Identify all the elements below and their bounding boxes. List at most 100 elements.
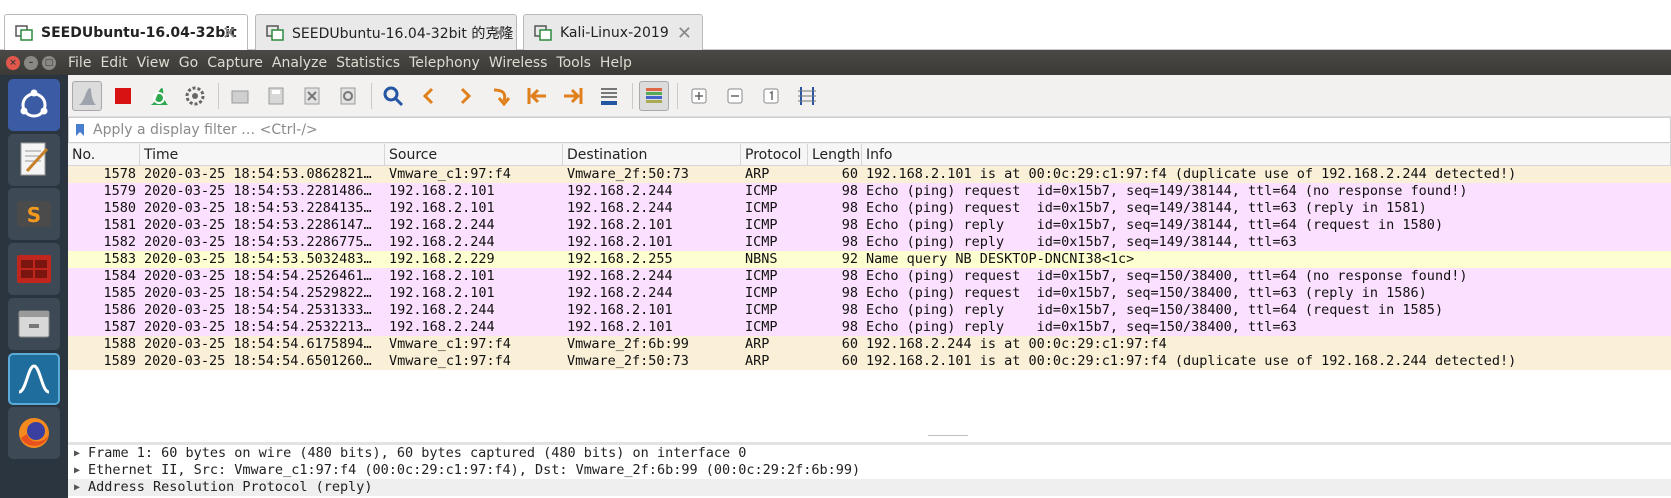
sublime-text-icon[interactable]: S xyxy=(8,188,60,240)
open-file-button[interactable] xyxy=(225,81,255,111)
menu-telephony[interactable]: Telephony xyxy=(409,55,480,71)
expand-arrow-icon[interactable]: ▶ xyxy=(74,462,88,479)
packet-row[interactable]: 1580 2020-03-25 18:54:53.2284135… 192.168.… xyxy=(68,200,1671,217)
firefox-icon[interactable] xyxy=(8,407,60,459)
cell-source: Vmware_c1:97:f4 xyxy=(389,166,511,182)
menu-go[interactable]: Go xyxy=(179,55,198,71)
go-back-button[interactable] xyxy=(414,81,444,111)
menu-analyze[interactable]: Analyze xyxy=(272,55,327,71)
cell-destination: 192.168.2.244 xyxy=(567,285,673,301)
ubuntu-dash-icon[interactable] xyxy=(8,79,60,131)
detail-row-ethernet[interactable]: ▶ Ethernet II, Src: Vmware_c1:97:f4 (00:0… xyxy=(68,462,1671,479)
vm-tab-label: SEEDUbuntu-16.04-32bit xyxy=(41,25,237,41)
text-editor-icon[interactable] xyxy=(8,134,60,186)
close-icon[interactable]: ✕ xyxy=(222,23,237,44)
resize-columns-button[interactable] xyxy=(792,81,822,111)
cell-protocol: ICMP xyxy=(745,217,778,233)
wireshark-icon[interactable] xyxy=(8,353,60,405)
cell-length: 98 xyxy=(841,234,858,250)
display-filter-input[interactable] xyxy=(89,122,1670,138)
autoscroll-icon xyxy=(601,87,617,105)
vm-tab-seedubuntu-clone[interactable]: SEEDUbuntu-16.04-32bit 的克隆 ✕ xyxy=(255,14,517,50)
cell-protocol: ICMP xyxy=(745,268,778,284)
column-header-protocol[interactable]: Protocol xyxy=(741,144,808,165)
cell-source: 192.168.2.244 xyxy=(389,217,495,233)
cell-destination: 192.168.2.101 xyxy=(567,217,673,233)
file-manager-icon[interactable] xyxy=(8,298,60,350)
menu-tools[interactable]: Tools xyxy=(556,55,591,71)
cell-source: 192.168.2.244 xyxy=(389,234,495,250)
chevron-left-icon xyxy=(422,87,434,104)
zoom-in-button[interactable] xyxy=(684,81,714,111)
cell-protocol: ARP xyxy=(745,353,770,369)
packet-row[interactable]: 1589 2020-03-25 18:54:54.6501260… Vmware_c… xyxy=(68,353,1671,370)
colorize-icon xyxy=(646,87,662,103)
packet-row[interactable]: 1583 2020-03-25 18:54:53.5032483… 192.168.… xyxy=(68,251,1671,268)
bookmark-icon[interactable] xyxy=(71,121,89,139)
restart-capture-button[interactable] xyxy=(144,81,174,111)
packet-row[interactable]: 1578 2020-03-25 18:54:53.0862821… Vmware_c… xyxy=(68,166,1671,183)
zoom-out-button[interactable] xyxy=(720,81,750,111)
cell-info: Echo (ping) request id=0x15b7, seq=150/3… xyxy=(866,268,1468,284)
colorize-button[interactable] xyxy=(639,80,669,111)
menu-view[interactable]: View xyxy=(137,55,170,71)
menu-file[interactable]: File xyxy=(68,55,91,71)
detail-row-arp[interactable]: ▶ Address Resolution Protocol (reply) xyxy=(68,479,1671,496)
column-header-destination[interactable]: Destination xyxy=(563,144,741,165)
stop-capture-button[interactable] xyxy=(108,81,138,111)
save-file-button[interactable] xyxy=(261,81,291,111)
vm-tab-seedubuntu[interactable]: SEEDUbuntu-16.04-32bit ✕ xyxy=(4,14,248,51)
detail-row-frame[interactable]: ▶ Frame 1: 60 bytes on wire (480 bits), 6… xyxy=(68,445,1671,462)
packet-row[interactable]: 1581 2020-03-25 18:54:53.2286147… 192.168.… xyxy=(68,217,1671,234)
first-packet-button[interactable] xyxy=(522,81,552,111)
cell-info: Echo (ping) reply id=0x15b7, seq=150/384… xyxy=(866,319,1297,335)
packet-row[interactable]: 1582 2020-03-25 18:54:53.2286775… 192.168.… xyxy=(68,234,1671,251)
column-header-no[interactable]: No. xyxy=(68,144,140,165)
go-to-packet-button[interactable] xyxy=(486,81,516,111)
menu-wireless[interactable]: Wireless xyxy=(489,55,548,71)
last-packet-button[interactable] xyxy=(558,81,588,111)
close-icon[interactable]: ✕ xyxy=(491,23,506,44)
column-header-time[interactable]: Time xyxy=(140,144,385,165)
capture-options-button[interactable] xyxy=(180,81,210,111)
packet-row[interactable]: 1585 2020-03-25 18:54:54.2529822… 192.168.… xyxy=(68,285,1671,302)
packet-row[interactable]: 1579 2020-03-25 18:54:53.2281486… 192.168.… xyxy=(68,183,1671,200)
go-forward-button[interactable] xyxy=(450,81,480,111)
menu-capture[interactable]: Capture xyxy=(207,55,263,71)
start-capture-button[interactable] xyxy=(72,80,102,111)
window-maximize-button[interactable]: □ xyxy=(42,55,56,70)
column-header-length[interactable]: Length xyxy=(808,144,862,165)
find-packet-button[interactable] xyxy=(378,81,408,111)
pane-splitter[interactable] xyxy=(928,435,968,439)
cell-info: Echo (ping) reply id=0x15b7, seq=149/381… xyxy=(866,217,1444,233)
reload-file-button[interactable] xyxy=(333,81,363,111)
cell-source: 192.168.2.101 xyxy=(389,183,495,199)
menu-statistics[interactable]: Statistics xyxy=(336,55,400,71)
packet-row[interactable]: 1587 2020-03-25 18:54:54.2532213… 192.168.… xyxy=(68,319,1671,336)
window-minimize-button[interactable]: – xyxy=(24,55,38,70)
cell-no: 1584 xyxy=(103,268,136,284)
column-header-info[interactable]: Info xyxy=(862,144,1671,165)
menu-help[interactable]: Help xyxy=(600,55,632,71)
packet-row[interactable]: 1584 2020-03-25 18:54:54.2526461… 192.168.… xyxy=(68,268,1671,285)
terminal-icon[interactable] xyxy=(8,243,60,295)
column-header-source[interactable]: Source xyxy=(385,144,563,165)
auto-scroll-button[interactable] xyxy=(594,81,624,111)
vm-tab-kali[interactable]: Kali-Linux-2019 ✕ xyxy=(523,14,703,50)
packet-list: No. Time Source Destination Protocol Len… xyxy=(68,144,1671,442)
packet-details-pane: ▶ Frame 1: 60 bytes on wire (480 bits), 6… xyxy=(68,442,1671,498)
expand-arrow-icon[interactable]: ▶ xyxy=(74,479,88,496)
menu-edit[interactable]: Edit xyxy=(100,55,127,71)
normal-size-button[interactable] xyxy=(756,81,786,111)
close-file-button[interactable] xyxy=(297,81,327,111)
window-close-button[interactable]: × xyxy=(6,55,20,70)
cell-protocol: ICMP xyxy=(745,234,778,250)
packet-row[interactable]: 1588 2020-03-25 18:54:54.6175894… Vmware_c… xyxy=(68,336,1671,353)
zoom-out-icon xyxy=(727,88,743,103)
restart-icon xyxy=(150,87,168,105)
close-icon[interactable]: ✕ xyxy=(677,23,692,44)
cell-no: 1578 xyxy=(103,166,136,182)
save-icon xyxy=(268,87,284,104)
packet-row[interactable]: 1586 2020-03-25 18:54:54.2531333… 192.168.… xyxy=(68,302,1671,319)
expand-arrow-icon[interactable]: ▶ xyxy=(74,445,88,462)
